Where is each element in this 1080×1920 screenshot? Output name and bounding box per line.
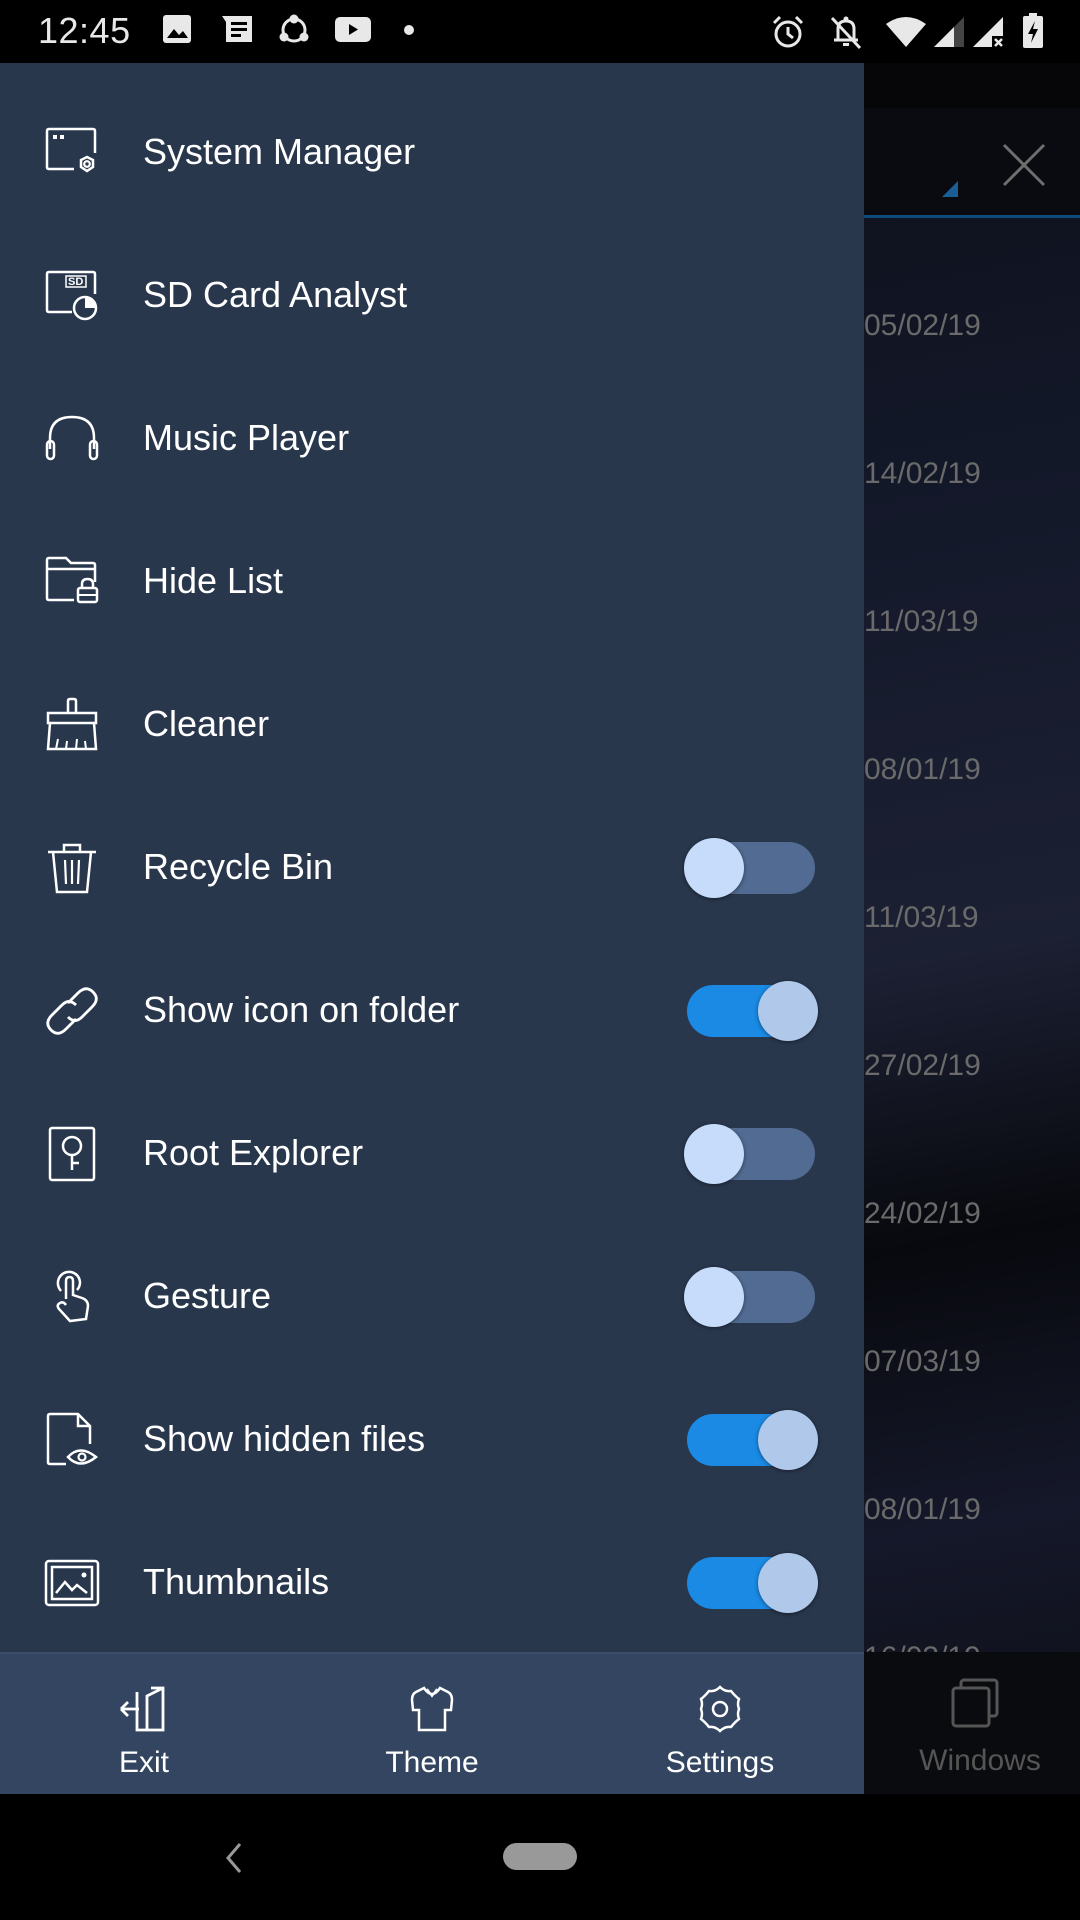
drawer-bottom-bar: Exit Theme Settings	[0, 1652, 864, 1794]
menu-item-cleaner[interactable]: Cleaner	[0, 653, 864, 796]
show-icon-on-folder-toggle[interactable]	[684, 981, 818, 1041]
root-explorer-icon	[48, 1126, 96, 1182]
shirt-icon	[410, 1686, 454, 1732]
close-icon[interactable]	[1000, 141, 1048, 189]
file-date: 24/02/19	[864, 1197, 981, 1230]
dot-icon	[404, 25, 414, 35]
toggle-knob	[758, 1410, 818, 1470]
file-date: 05/02/19	[864, 309, 981, 342]
link-icon	[46, 987, 98, 1035]
battery-charging-icon	[1023, 13, 1043, 48]
shareit-icon	[279, 14, 309, 43]
signal-no-sim-icon	[973, 17, 1003, 47]
file-date: 14/02/19	[864, 457, 981, 490]
menu-item-label: Hide List	[143, 560, 284, 601]
menu-item-thumbnails[interactable]: Thumbnails	[0, 1511, 864, 1654]
thumbnails-toggle[interactable]	[684, 1553, 818, 1613]
image-icon	[44, 1559, 100, 1607]
theme-button[interactable]: Theme	[288, 1654, 576, 1796]
theme-label: Theme	[385, 1746, 479, 1779]
menu-item-show-hidden-files[interactable]: Show hidden files	[0, 1368, 864, 1511]
menu-item-label: Recycle Bin	[143, 846, 334, 887]
gear-icon	[699, 1685, 741, 1733]
file-date: 07/03/19	[864, 1345, 981, 1378]
menu-item-label: Show hidden files	[143, 1418, 426, 1459]
menu-item-show-icon-on-folder[interactable]: Show icon on folder	[0, 939, 864, 1082]
menu-item-music-player[interactable]: Music Player	[0, 367, 864, 510]
menu-item-label: Show icon on folder	[143, 989, 460, 1030]
settings-label: Settings	[665, 1746, 775, 1779]
settings-button[interactable]: Settings	[576, 1654, 864, 1796]
toggle-knob	[758, 981, 818, 1041]
menu-item-gesture[interactable]: Gesture	[0, 1225, 864, 1368]
trash-icon	[48, 843, 96, 894]
menu-item-sd-card-analyst[interactable]: SD SD Card Analyst	[0, 224, 864, 367]
system-navigation-bar	[0, 1794, 1080, 1920]
toggle-knob	[684, 838, 744, 898]
show-hidden-files-toggle[interactable]	[684, 1410, 818, 1470]
alarm-icon	[772, 15, 804, 48]
menu-item-recycle-bin[interactable]: Recycle Bin	[0, 796, 864, 939]
navigation-drawer: System Manager SD SD Card Analyst Music …	[0, 63, 864, 1794]
headphones-icon	[45, 415, 99, 461]
gesture-icon	[56, 1270, 90, 1323]
home-pill[interactable]	[503, 1843, 577, 1870]
menu-item-label: Music Player	[143, 417, 350, 458]
signal-icon	[934, 17, 964, 47]
svg-text:SD: SD	[68, 276, 83, 288]
exit-button[interactable]: Exit	[0, 1654, 288, 1796]
menu-item-label: SD Card Analyst	[143, 274, 408, 315]
windows-label: Windows	[919, 1744, 1041, 1777]
menu-item-root-explorer[interactable]: Root Explorer	[0, 1082, 864, 1225]
status-time: 12:45	[38, 10, 131, 51]
wifi-icon	[886, 17, 926, 47]
sd-card-analyst-icon: SD	[45, 270, 98, 321]
toggle-knob	[684, 1124, 744, 1184]
file-date: 27/02/19	[864, 1049, 981, 1082]
system-manager-icon	[45, 127, 97, 173]
back-icon[interactable]	[220, 1838, 248, 1878]
menu-item-label: System Manager	[143, 131, 416, 172]
file-date: 08/01/19	[864, 1493, 981, 1526]
gallery-icon	[163, 15, 191, 43]
windows-icon	[951, 1678, 999, 1728]
exit-label: Exit	[118, 1746, 169, 1779]
status-bar: 12:45	[0, 0, 1080, 63]
exit-icon	[120, 1686, 165, 1732]
file-date: 11/03/19	[864, 605, 979, 638]
menu-item-label: Cleaner	[143, 703, 270, 744]
recycle-bin-toggle[interactable]	[684, 838, 818, 898]
root-explorer-toggle[interactable]	[684, 1124, 818, 1184]
file-date: 11/03/19	[864, 901, 979, 934]
toggle-knob	[758, 1553, 818, 1613]
file-date: 08/01/19	[864, 753, 981, 786]
menu-item-label: Root Explorer	[143, 1132, 364, 1173]
youtube-icon	[335, 17, 371, 42]
messages-icon	[222, 16, 252, 42]
gesture-toggle[interactable]	[684, 1267, 818, 1327]
toggle-knob	[684, 1267, 744, 1327]
folder-lock-icon	[45, 556, 99, 604]
dropdown-indicator-icon	[942, 181, 958, 197]
broom-icon	[46, 697, 98, 751]
menu-item-label: Thumbnails	[143, 1561, 330, 1602]
menu-item-hide-list[interactable]: Hide List	[0, 510, 864, 653]
windows-button[interactable]: Windows	[900, 1652, 1060, 1794]
notifications-off-icon	[830, 16, 862, 50]
file-eye-icon	[46, 1412, 98, 1466]
menu-item-system-manager[interactable]: System Manager	[0, 81, 864, 224]
menu-item-label: Gesture	[143, 1275, 272, 1316]
